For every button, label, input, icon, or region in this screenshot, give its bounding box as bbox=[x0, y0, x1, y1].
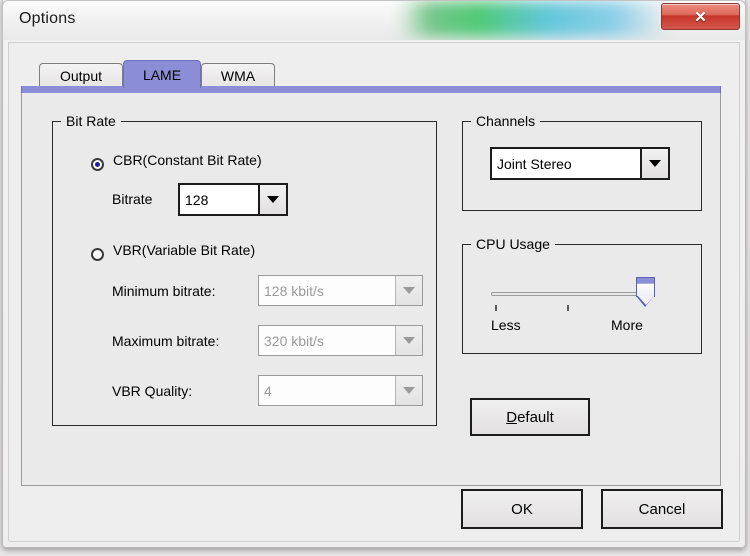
close-icon: ✕ bbox=[662, 4, 739, 29]
slider-thumb-tip-inner bbox=[638, 296, 654, 305]
vbr-radio[interactable] bbox=[91, 248, 104, 261]
chevron-down-icon bbox=[403, 337, 415, 344]
bit-rate-group-label: Bit Rate bbox=[61, 113, 121, 129]
cbr-radio[interactable] bbox=[91, 158, 104, 171]
cpu-usage-group: CPU Usage Less More bbox=[462, 244, 702, 354]
maximum-bitrate-label: Maximum bitrate: bbox=[112, 333, 219, 349]
channels-combo[interactable]: Joint Stereo bbox=[490, 147, 670, 180]
channels-group: Channels Joint Stereo bbox=[462, 121, 702, 211]
maximum-bitrate-combo-button[interactable] bbox=[395, 326, 422, 355]
bitrate-combo-button[interactable] bbox=[258, 185, 286, 214]
chevron-down-icon bbox=[267, 196, 279, 203]
minimum-bitrate-value: 128 kbit/s bbox=[259, 276, 395, 305]
minimum-bitrate-combo[interactable]: 128 kbit/s bbox=[258, 275, 423, 306]
slider-thumb-body bbox=[636, 277, 655, 297]
vbr-quality-combo-button[interactable] bbox=[395, 376, 422, 405]
cbr-radio-label[interactable]: CBR(Constant Bit Rate) bbox=[113, 152, 262, 168]
vbr-radio-label[interactable]: VBR(Variable Bit Rate) bbox=[113, 242, 255, 258]
bitrate-combo-value: 128 bbox=[180, 185, 258, 214]
minimum-bitrate-label: Minimum bitrate: bbox=[112, 283, 215, 299]
vbr-quality-value: 4 bbox=[259, 376, 395, 405]
window-title: Options bbox=[19, 10, 76, 28]
channels-group-label: Channels bbox=[471, 113, 540, 129]
vbr-quality-label: VBR Quality: bbox=[112, 383, 192, 399]
chevron-down-icon bbox=[649, 160, 661, 167]
bitrate-label: Bitrate bbox=[112, 191, 152, 207]
default-button-mnemonic: D bbox=[506, 409, 517, 426]
ok-button-label: OK bbox=[511, 501, 533, 518]
ok-button[interactable]: OK bbox=[461, 489, 583, 529]
bitrate-combo[interactable]: 128 bbox=[178, 183, 288, 216]
cancel-button-label: Cancel bbox=[639, 501, 686, 518]
bit-rate-group: Bit Rate CBR(Constant Bit Rate) Bitrate … bbox=[52, 121, 437, 426]
tab-panel-lame: Bit Rate CBR(Constant Bit Rate) Bitrate … bbox=[21, 86, 721, 486]
channels-combo-value: Joint Stereo bbox=[492, 149, 640, 178]
cpu-usage-group-label: CPU Usage bbox=[471, 236, 555, 252]
cpu-usage-more-label: More bbox=[611, 317, 643, 333]
default-button[interactable]: Default bbox=[470, 398, 590, 436]
chevron-down-icon bbox=[403, 387, 415, 394]
cpu-usage-less-label: Less bbox=[491, 317, 521, 333]
tab-wma[interactable]: WMA bbox=[201, 63, 275, 88]
maximum-bitrate-combo[interactable]: 320 kbit/s bbox=[258, 325, 423, 356]
tab-output[interactable]: Output bbox=[39, 63, 123, 88]
cpu-usage-slider-thumb[interactable] bbox=[636, 277, 655, 308]
vbr-quality-combo[interactable]: 4 bbox=[258, 375, 423, 406]
title-bar-glass-gradient bbox=[398, 1, 668, 37]
slider-tick-1 bbox=[495, 305, 497, 311]
dialog-client-area: Output LAME WMA Bit Rate CBR(Constant Bi… bbox=[8, 42, 740, 542]
title-bar: Options ✕ bbox=[2, 0, 746, 40]
maximum-bitrate-value: 320 kbit/s bbox=[259, 326, 395, 355]
options-dialog-window: Options ✕ Output LAME WMA Bit Rate CBR(C… bbox=[0, 0, 750, 556]
close-button[interactable]: ✕ bbox=[661, 3, 740, 30]
channels-combo-button[interactable] bbox=[640, 149, 668, 178]
cancel-button[interactable]: Cancel bbox=[601, 489, 723, 529]
minimum-bitrate-combo-button[interactable] bbox=[395, 276, 422, 305]
cpu-usage-slider-track[interactable] bbox=[491, 292, 653, 296]
chevron-down-icon bbox=[403, 287, 415, 294]
slider-tick-2 bbox=[567, 305, 569, 311]
default-button-label: efault bbox=[517, 409, 554, 426]
tab-lame[interactable]: LAME bbox=[123, 60, 201, 88]
